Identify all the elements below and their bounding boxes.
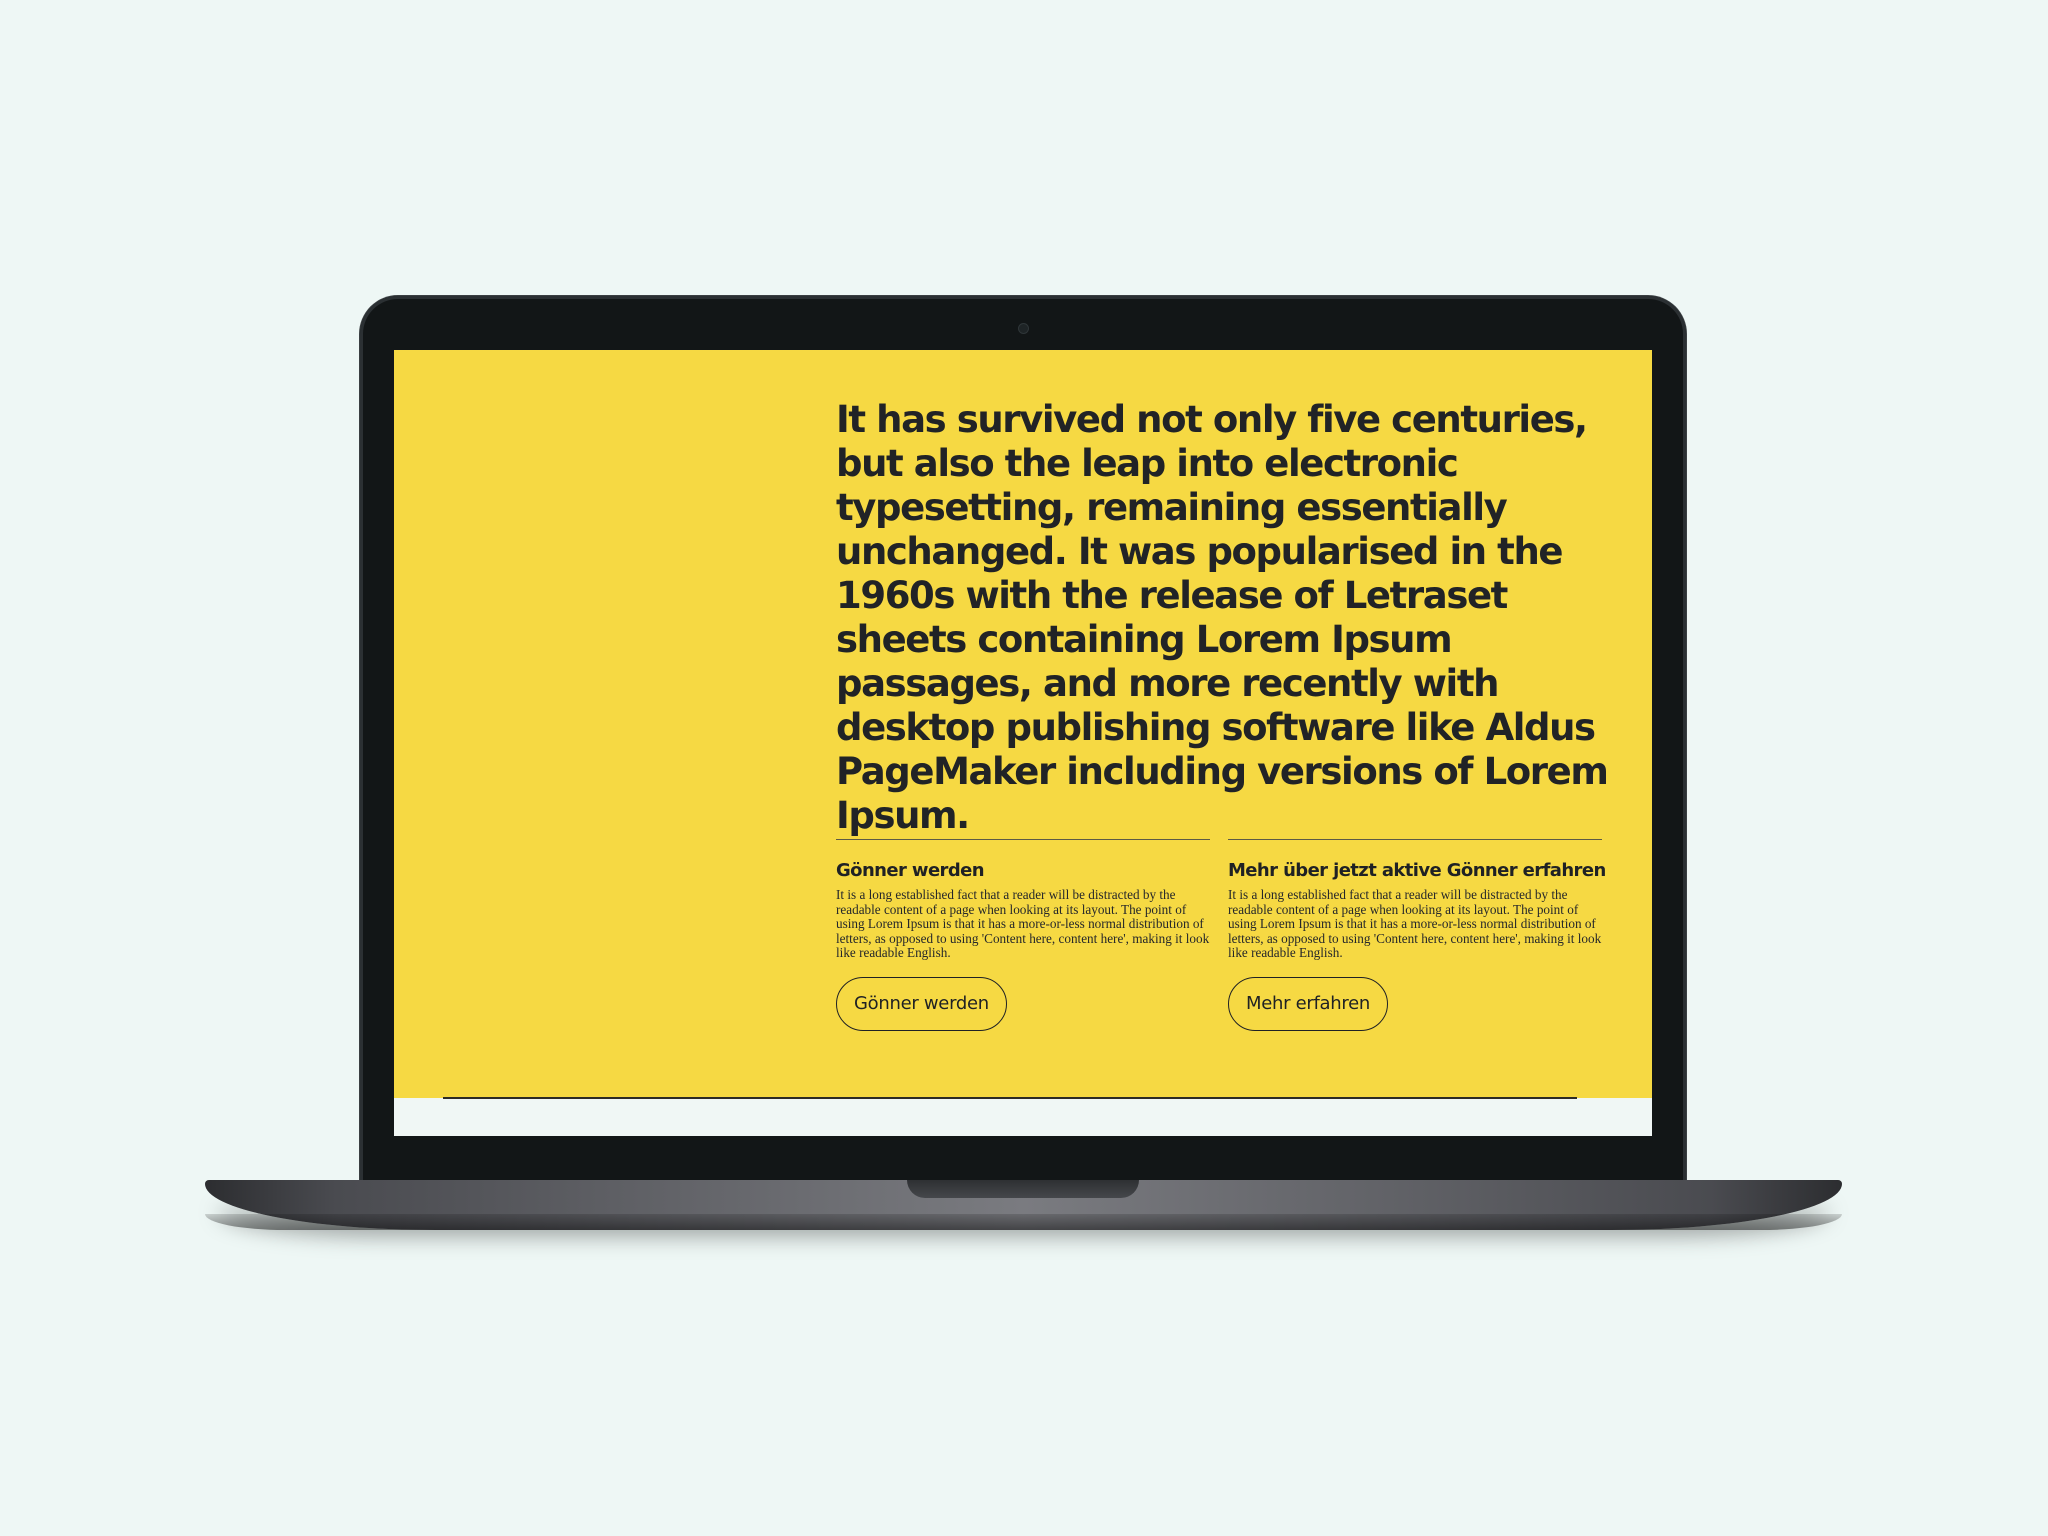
laptop-lid: It has survived not only five centuries,…	[360, 296, 1686, 1188]
section-divider	[443, 1097, 1577, 1099]
active-patrons-column: Mehr über jetzt aktive Gönner erfahren I…	[1228, 839, 1606, 1031]
patron-column-text: It is a long established fact that a rea…	[836, 887, 1210, 961]
camera-icon	[1019, 324, 1028, 333]
become-patron-button[interactable]: Gönner werden	[836, 976, 1007, 1031]
learn-more-button[interactable]: Mehr erfahren	[1228, 976, 1388, 1031]
active-patrons-column-title: Mehr über jetzt aktive Gönner erfahren	[1228, 860, 1606, 881]
patron-column: Gönner werden It is a long established f…	[836, 839, 1210, 1031]
laptop-screen: It has survived not only five centuries,…	[394, 350, 1652, 1136]
active-patrons-column-text: It is a long established fact that a rea…	[1228, 887, 1602, 961]
hero-section: It has survived not only five centuries,…	[394, 350, 1652, 1098]
patron-column-title: Gönner werden	[836, 860, 985, 881]
laptop-base	[205, 1180, 1842, 1230]
laptop-hinge-notch	[907, 1180, 1139, 1198]
hero-headline: It has survived not only five centuries,…	[836, 398, 1609, 837]
